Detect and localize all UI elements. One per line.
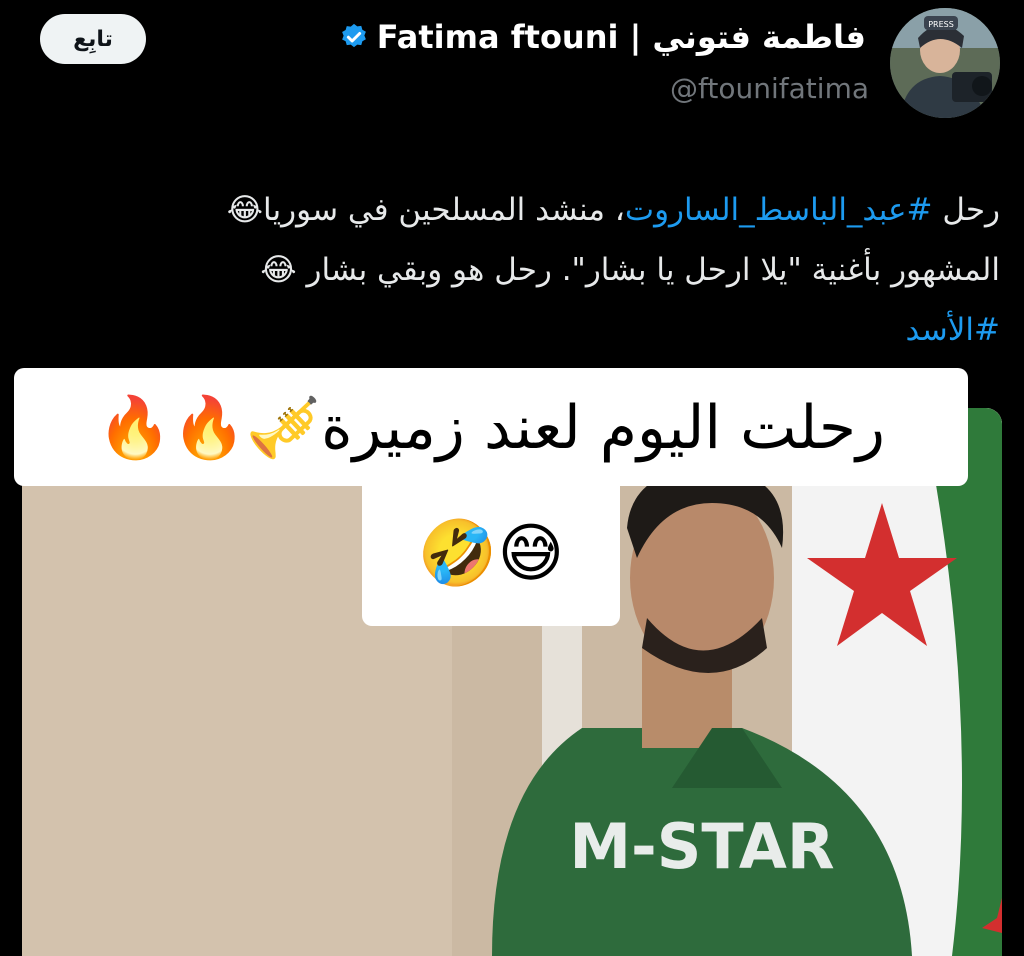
- tweet-line-3: #الأسد: [24, 300, 1000, 360]
- tweet-line-1: رحل #عبد_الباسط_الساروت، منشد المسلحين ف…: [24, 180, 1000, 240]
- display-name[interactable]: Fatima ftouni | فاطمة فتوني: [377, 18, 866, 56]
- shirt-logo-text: M-STAR: [569, 810, 834, 883]
- meme-caption-top: رحلت اليوم لعند زميرة🎺🔥🔥: [14, 368, 968, 486]
- tweet-text: رحل #عبد_الباسط_الساروت، منشد المسلحين ف…: [24, 180, 1000, 360]
- user-handle[interactable]: @ftounifatima: [670, 72, 869, 105]
- meme-caption-bottom: 😅🤣: [362, 480, 620, 626]
- user-header: Fatima ftouni | فاطمة فتوني: [339, 18, 866, 56]
- avatar[interactable]: PRESS: [890, 8, 1000, 118]
- hashtag-link[interactable]: #عبد_الباسط_الساروت: [625, 192, 933, 228]
- tweet-line-2: المشهور بأغنية "يلا ارحل يا بشار". رحل ه…: [260, 252, 1000, 288]
- tweet-text-segment: رحل: [932, 192, 1000, 228]
- press-helmet-text: PRESS: [928, 20, 954, 29]
- avatar-image: PRESS: [890, 8, 1000, 118]
- follow-button[interactable]: تابِع: [40, 14, 146, 64]
- tweet-text-segment: ، منشد المسلحين في سوريا😂: [226, 192, 625, 228]
- hashtag-link[interactable]: #الأسد: [905, 312, 1000, 348]
- verified-badge-icon: [341, 23, 366, 48]
